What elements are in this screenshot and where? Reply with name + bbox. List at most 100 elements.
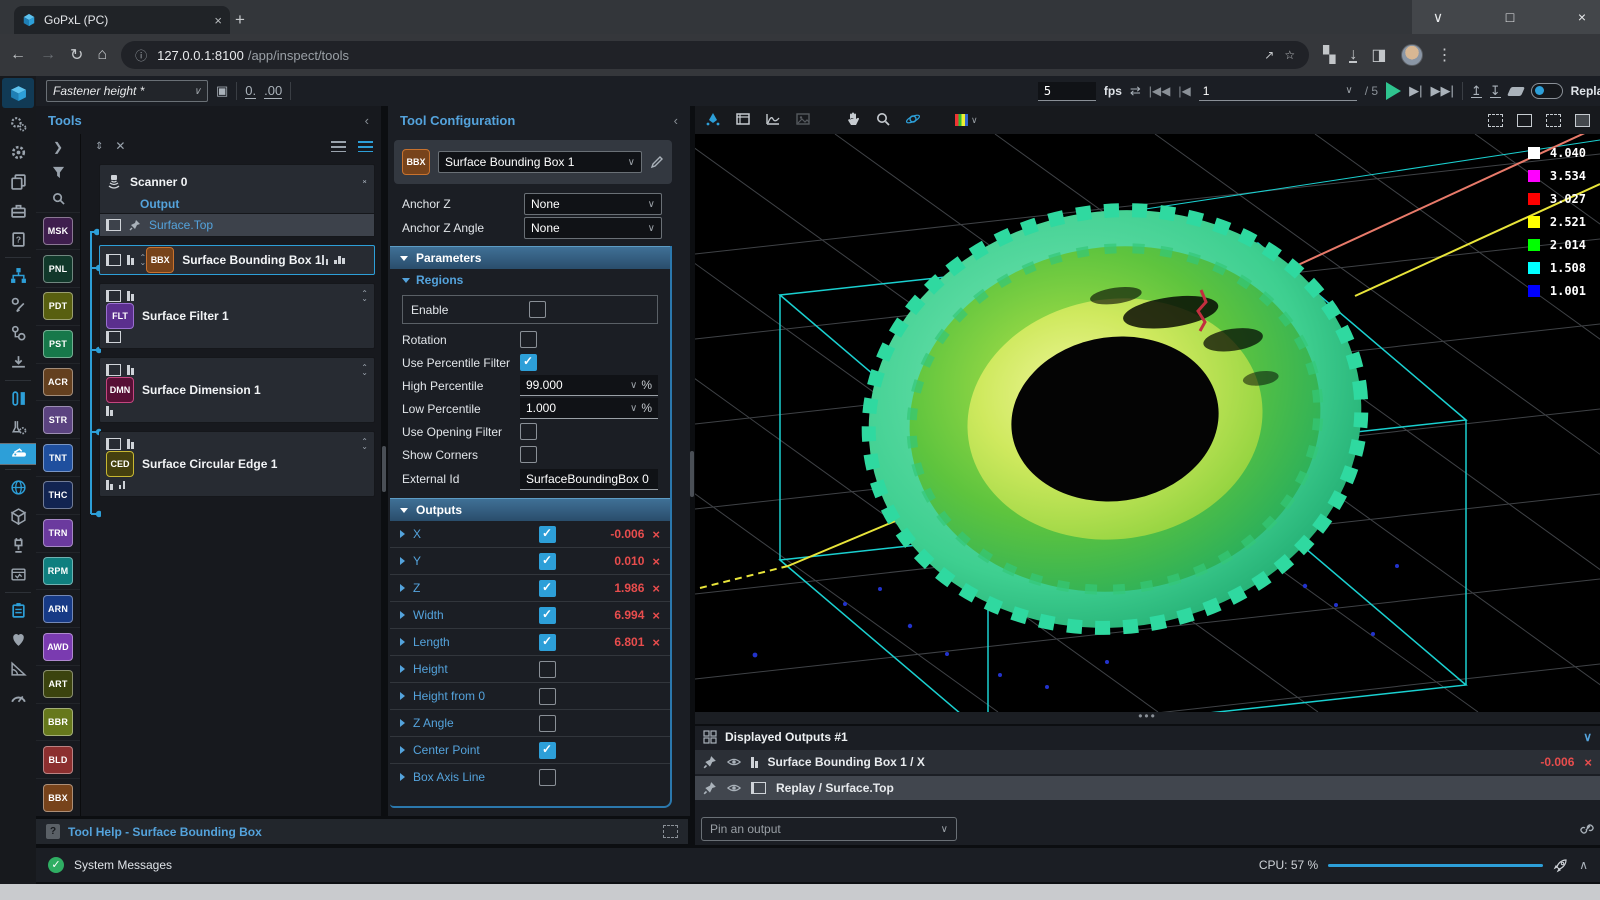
browser-menu-kebab-icon[interactable]: ⋮ [1437,45,1453,65]
tool-select[interactable]: Surface Bounding Box 1 ∨ [438,151,642,173]
regions-subsection[interactable]: Regions [390,269,670,291]
image-view-icon[interactable] [795,111,811,130]
align-compress-icon[interactable] [2,349,34,376]
pin-icon[interactable] [129,219,141,231]
site-info-icon[interactable]: ⓘ [135,47,147,64]
high-percentile-select[interactable]: 99.000∨% [520,375,658,396]
tool-shelf-item[interactable]: PDT [43,292,73,320]
profile-avatar[interactable] [1401,44,1423,66]
fit-view-icon[interactable] [1517,114,1532,127]
output-checkbox[interactable] [539,688,556,705]
colormap-palette-select[interactable]: ∨ [955,114,978,126]
job-select[interactable]: Fastener height * ∨ [46,80,208,102]
decimal-increase-icon[interactable]: .00 [264,83,282,99]
upload-recording-icon[interactable]: ↥ [1471,85,1482,98]
reload-icon[interactable]: ↻ [70,45,83,65]
rotation-checkbox[interactable] [520,331,537,348]
tool-shelf-item[interactable]: RPM [43,557,73,585]
expand-help-icon[interactable] [663,825,678,838]
performance-gauge-icon[interactable] [2,684,34,711]
viewport-resize-handle[interactable]: ••• [695,712,1600,724]
next-frame-icon[interactable]: ▶| [1409,83,1422,99]
system-messages-label[interactable]: System Messages [74,858,172,872]
tool-help-bar[interactable]: ? Tool Help - Surface Bounding Box [36,819,688,844]
tool-shelf-item[interactable]: BBR [43,708,73,736]
anchor-z-angle-select[interactable]: None∨ [524,217,662,239]
rename-pencil-icon[interactable] [650,155,664,169]
collapse-panel-icon[interactable]: ∨ [1583,730,1592,744]
pin-icon[interactable] [703,781,717,795]
use-opening-filter-checkbox[interactable] [520,423,537,440]
tool-shelf-item[interactable]: ACR [43,368,73,396]
dashboard-window-icon[interactable] [2,561,34,588]
frame-select[interactable]: 1 ∨ [1199,82,1357,101]
zoom-icon[interactable] [875,111,891,130]
scanner-output-surface-top[interactable]: Surface.Top [100,213,374,236]
tools-page-icon[interactable] [0,443,41,465]
search-icon[interactable] [36,186,80,212]
external-id-input[interactable]: SurfaceBoundingBox 0 [520,469,658,490]
displayed-outputs-header[interactable]: Displayed Outputs #1 ∨ [695,726,1600,748]
shelf-expand-icon[interactable]: ❯ [36,134,80,160]
toolbox-icon[interactable] [2,197,34,224]
expand-card-icon[interactable]: ⌃⌄ [140,255,147,265]
pointcloud-view-icon[interactable] [705,111,721,130]
output-checkbox[interactable] [539,580,556,597]
tool-shelf-item[interactable]: AWD [43,633,73,661]
maximize-button[interactable]: □ [1488,9,1532,25]
output-checkbox[interactable] [539,607,556,624]
expand-card-icon[interactable]: ⌃⌄ [361,291,368,301]
collapse-all-icon[interactable]: ✕ [115,139,125,153]
output-checkbox[interactable] [539,526,556,543]
expand-all-icon[interactable]: ⇕ [95,141,103,152]
url-field[interactable]: ⓘ 127.0.0.1:8100 /app/inspect/tools ↗ ☆ [121,41,1309,69]
output-checkbox[interactable] [539,553,556,570]
share-icon[interactable]: ↗ [1264,48,1274,62]
anchor-z-select[interactable]: None∨ [524,193,662,215]
reset-view-icon[interactable] [1488,114,1503,127]
tool-shelf-item[interactable]: BBX [43,784,73,812]
new-tab-button[interactable]: + [228,8,252,32]
decimal-decrease-icon[interactable]: 0. [245,83,256,99]
loop-playback-icon[interactable]: ⇄ [1130,83,1141,99]
tool-card-surface-bounding-box[interactable]: ⌃⌄ BBX Surface Bounding Box 1 [99,245,375,275]
link-icon[interactable] [1580,822,1594,836]
outputs-section-header[interactable]: Outputs [390,498,670,521]
tool-card-surface-circular-edge[interactable]: ⌃⌄ CED Surface Circular Edge 1 [99,431,375,497]
low-percentile-select[interactable]: 1.000∨% [520,398,658,419]
3d-canvas[interactable]: 4.040 3.534 3.027 2.521 2.014 1.508 1.00… [695,134,1600,712]
close-button[interactable]: × [1560,9,1600,25]
output-checkbox[interactable] [539,742,556,759]
displayed-output-row[interactable]: Surface Bounding Box 1 / X -0.006 × [695,750,1600,774]
skip-to-start-icon[interactable]: |◀◀ [1149,84,1171,98]
downloads-icon[interactable]: ↓ [1349,48,1357,63]
tool-shelf-item[interactable]: ARN [43,595,73,623]
enable-checkbox[interactable] [529,301,546,318]
browser-tab[interactable]: GoPxL (PC) × [14,6,230,34]
tool-setup-icon[interactable] [2,414,34,441]
tool-card-surface-dimension[interactable]: ⌃⌄ DMN Surface Dimension 1 [99,357,375,423]
expand-card-icon[interactable]: ⌃⌄ [361,365,368,375]
web-globe-icon[interactable] [2,474,34,501]
tool-shelf-item[interactable]: STR [43,406,73,434]
replay-toggle[interactable] [1531,83,1563,99]
list-view-icon[interactable] [331,141,346,152]
help-book-icon[interactable]: ? [2,226,34,253]
save-job-icon[interactable]: ▣ [216,83,228,99]
collapse-card-icon[interactable]: ⌄⌃ [361,177,368,187]
pan-hand-icon[interactable] [845,111,861,130]
output-checkbox[interactable] [539,634,556,651]
tab-close-icon[interactable]: × [214,13,222,28]
output-checkbox[interactable] [539,769,556,786]
multi-view-icon[interactable] [1575,114,1590,127]
side-panel-icon[interactable]: ◨ [1371,45,1386,65]
performance-rocket-icon[interactable] [1553,857,1569,873]
pin-icon[interactable] [703,755,717,769]
tool-shelf-item[interactable]: PST [43,330,73,358]
tool-shelf-item[interactable]: ART [43,670,73,698]
fps-input[interactable]: 5 [1038,82,1096,101]
parameters-section-header[interactable]: Parameters [390,246,670,269]
replace-node-icon[interactable] [2,320,34,347]
profile-view-icon[interactable] [765,111,781,130]
tool-shelf-item[interactable]: MSK [43,217,73,245]
